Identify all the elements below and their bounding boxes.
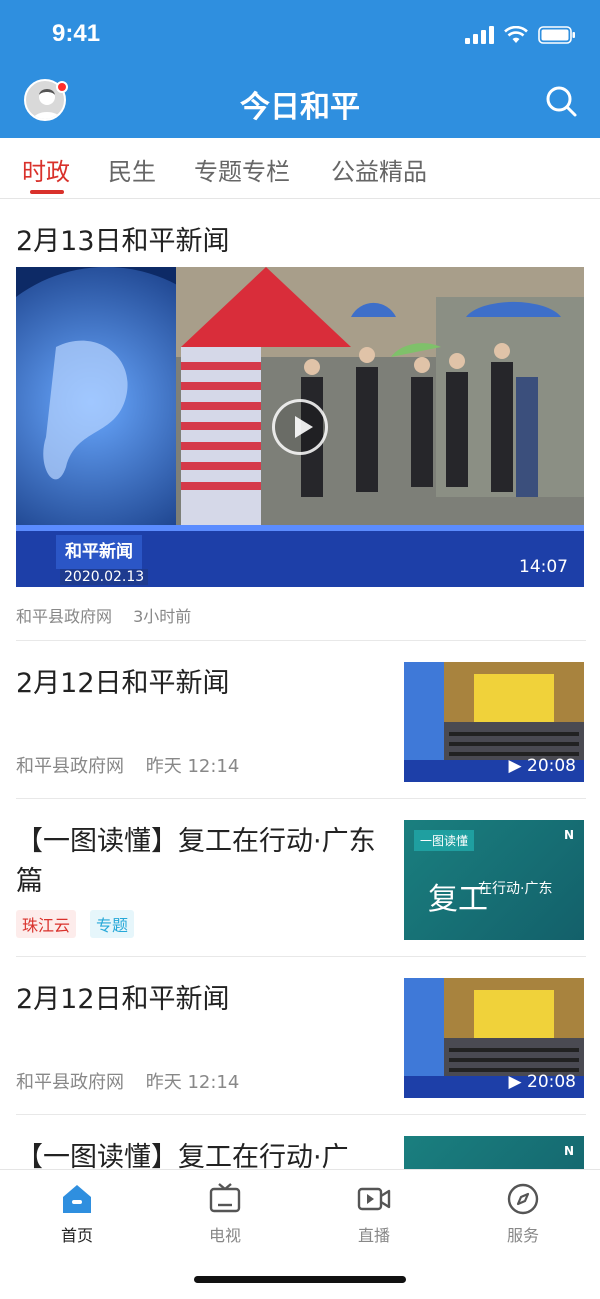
item-time: 昨天 12:14 <box>145 1072 240 1093</box>
tab-special-column[interactable]: 专题专栏 <box>194 152 290 187</box>
live-video-icon <box>357 1187 391 1211</box>
item-title: 【一图读懂】复工在行动·广 <box>16 1142 349 1169</box>
play-button[interactable] <box>272 399 328 455</box>
item-thumbnail: N <box>404 1136 584 1169</box>
tabbar-tv[interactable]: 电视 <box>175 1182 275 1246</box>
item-thumbnail: ▶ 20:08 <box>404 662 584 782</box>
tab-public-welfare[interactable]: 公益精品 <box>331 152 427 187</box>
thumb-duration: ▶ 20:08 <box>508 756 576 776</box>
headline-video[interactable]: 和平新闻 2020.02.13 14:07 <box>16 267 584 587</box>
list-item[interactable]: 【一图读懂】复工在行动·广东篇 珠江云 专题 一图读懂 N 复工 在行动·广东 <box>0 798 600 956</box>
category-tabs: 时政 民生 专题专栏 公益精品 <box>0 138 600 199</box>
item-tags: 珠江云 专题 <box>16 910 135 938</box>
tag-zhujiangyun[interactable]: 珠江云 <box>16 910 77 938</box>
tabbar-tv-label: 电视 <box>208 1226 241 1245</box>
headline-title[interactable]: 2月13日和平新闻 <box>16 219 230 258</box>
tabbar-home[interactable]: 首页 <box>27 1182 127 1246</box>
wifi-icon <box>504 26 528 44</box>
tag-special[interactable]: 专题 <box>90 910 135 938</box>
video-duration: 14:07 <box>519 557 568 577</box>
item-title: 2月12日和平新闻 <box>16 668 230 699</box>
home-icon <box>63 1185 91 1213</box>
news-feed[interactable]: 2月13日和平新闻 和平新闻 2020.02.13 14:07 和平县政府网 3… <box>0 199 600 1169</box>
item-thumbnail: 一图读懂 N 复工 在行动·广东 <box>404 820 584 940</box>
app-title: 今日和平 <box>240 90 360 125</box>
thumb-sub-text: 在行动·广东 <box>478 881 553 897</box>
headline-meta: 和平县政府网 3小时前 <box>16 603 191 627</box>
headline-time: 3小时前 <box>133 607 192 626</box>
item-source: 和平县政府网 <box>16 1072 124 1093</box>
thumb-label: 一图读懂 <box>414 830 475 851</box>
tv-icon <box>209 1183 241 1213</box>
headline-source: 和平县政府网 <box>16 607 113 626</box>
status-icons <box>465 26 576 44</box>
status-time: 9:41 <box>52 20 101 47</box>
list-item[interactable]: 【一图读懂】复工在行动·广 N <box>0 1114 600 1169</box>
video-caption: 和平新闻 <box>56 535 142 569</box>
compass-icon <box>507 1183 539 1215</box>
tabbar-live-label: 直播 <box>357 1226 390 1245</box>
item-title: 2月12日和平新闻 <box>16 984 230 1015</box>
search-icon[interactable] <box>544 84 578 118</box>
item-title: 【一图读懂】复工在行动·广东篇 <box>16 826 376 897</box>
tabbar-service[interactable]: 服务 <box>473 1182 573 1246</box>
thumb-logo: N <box>563 1144 574 1158</box>
app-header: 9:41 今日和平 <box>0 0 600 138</box>
tab-minsheng[interactable]: 民生 <box>108 152 156 187</box>
tabbar-service-label: 服务 <box>506 1226 539 1245</box>
signal-icon <box>465 26 494 44</box>
tab-shizheng[interactable]: 时政 <box>22 152 70 187</box>
active-tab-indicator <box>30 190 64 194</box>
item-source: 和平县政府网 <box>16 756 124 777</box>
thumb-duration: ▶ 20:08 <box>508 1072 576 1092</box>
item-time: 昨天 12:14 <box>145 756 240 777</box>
item-meta: 和平县政府网 昨天 12:14 <box>16 752 239 778</box>
nav-bar: 今日和平 <box>0 70 600 138</box>
thumb-logo: N <box>563 828 574 842</box>
video-caption-date: 2020.02.13 <box>60 569 149 585</box>
list-item[interactable]: 2月12日和平新闻 和平县政府网 昨天 12:14 ▶ 20:08 <box>0 640 600 798</box>
tabbar-live[interactable]: 直播 <box>324 1182 424 1246</box>
home-indicator <box>194 1276 406 1283</box>
list-item[interactable]: 2月12日和平新闻 和平县政府网 昨天 12:14 ▶ 20:08 <box>0 956 600 1114</box>
item-thumbnail: ▶ 20:08 <box>404 978 584 1098</box>
battery-icon <box>538 26 576 44</box>
tabbar-home-label: 首页 <box>60 1226 93 1245</box>
status-bar: 9:41 <box>0 0 600 70</box>
item-meta: 和平县政府网 昨天 12:14 <box>16 1068 239 1094</box>
